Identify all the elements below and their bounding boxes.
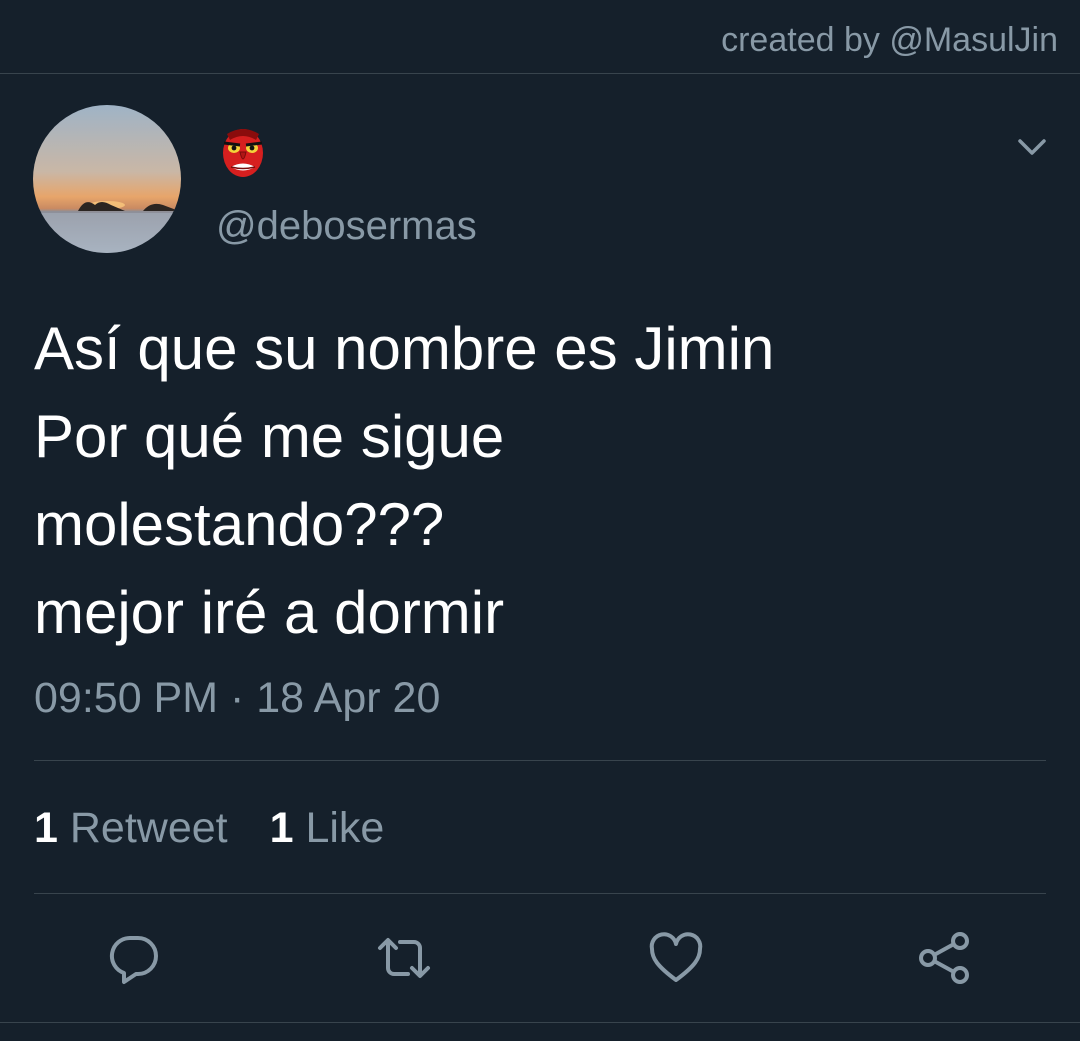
share-icon (919, 932, 969, 984)
tweet-text: Así que su nombre es Jimin Por qué me si… (34, 305, 1044, 657)
share-button[interactable] (915, 928, 975, 988)
like-icon (649, 932, 703, 982)
reply-icon (109, 935, 158, 984)
divider (34, 760, 1046, 761)
red-tengu-mask-icon (218, 122, 268, 180)
credit-text: created by @MasulJin (721, 21, 1058, 59)
tweet-line: molestando??? (34, 491, 445, 558)
tweet-line: Así que su nombre es Jimin (34, 315, 775, 382)
retweet-icon (378, 938, 430, 978)
top-bar: created by @MasulJin (0, 0, 1080, 74)
tweet-line: Por qué me sigue (34, 403, 505, 470)
retweet-count: 1 (34, 804, 58, 852)
tweet-line: mejor iré a dormir (34, 579, 505, 646)
divider (34, 893, 1046, 894)
retweet-label: Retweet (69, 804, 228, 852)
user-handle[interactable]: @debosermas (216, 202, 477, 250)
like-button[interactable] (646, 928, 706, 988)
avatar[interactable] (33, 105, 181, 253)
avatar-sunset-image (33, 105, 181, 253)
tweet-timestamp[interactable]: 09:50 PM · 18 Apr 20 (34, 672, 440, 724)
tweet-stats: 1 Retweet 1 Like (34, 802, 414, 854)
chevron-down-icon[interactable] (1012, 132, 1052, 162)
like-count: 1 (269, 804, 294, 852)
retweet-stat[interactable]: 1 Retweet (34, 804, 228, 852)
like-label: Like (305, 804, 385, 852)
retweet-button[interactable] (374, 928, 434, 988)
divider (0, 1022, 1080, 1023)
like-stat[interactable]: 1 Like (270, 804, 385, 852)
reply-button[interactable] (104, 928, 164, 988)
